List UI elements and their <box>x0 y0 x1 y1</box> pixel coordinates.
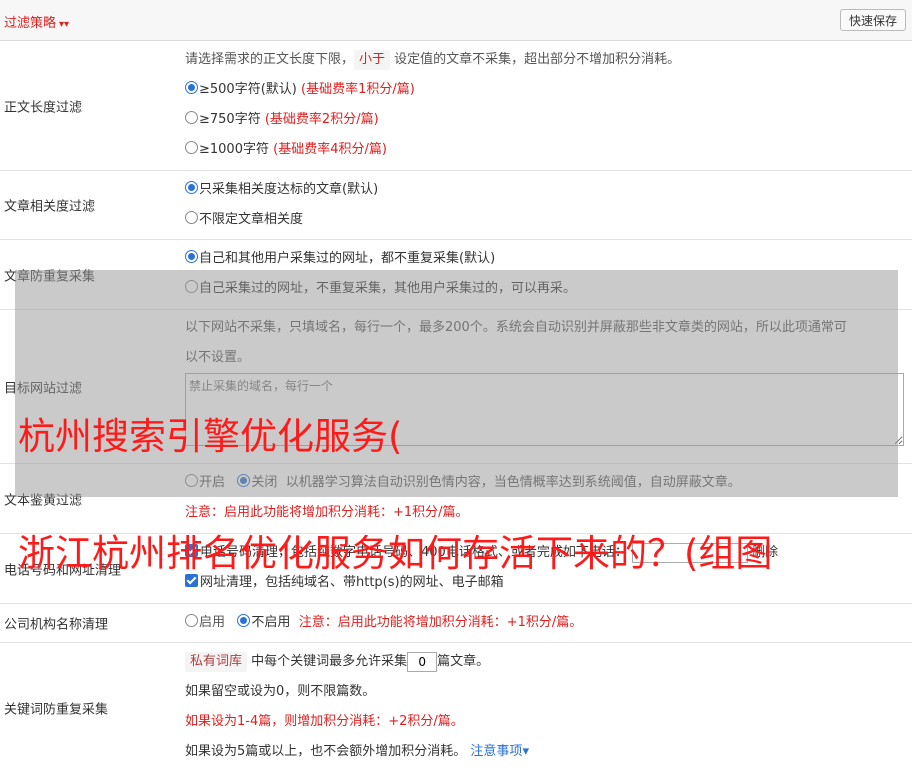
private-lexicon-tag: 私有词库 <box>185 652 248 672</box>
relevance-label: 文章相关度过滤 <box>4 199 96 215</box>
checkbox[interactable] <box>185 574 198 587</box>
filter-strategy-title: 过滤策略 <box>4 16 57 31</box>
option-label: 开启 <box>199 475 226 490</box>
site-filter-label: 目标网站过滤 <box>4 381 83 396</box>
option-note: (基础费率1积分/篇) <box>301 82 415 97</box>
keyword-line1-post: 篇文章。 <box>437 654 490 669</box>
phone-clean-option[interactable]: 电话号码清理，包括纯数字电话号码、400电话格式、或者完成如下电话： 删除 <box>185 538 912 568</box>
radio-button[interactable] <box>237 474 251 487</box>
option-label: 启用 <box>199 615 226 630</box>
option-label: 自己和其他用户采集过的网址，都不重复采集(默认) <box>199 251 496 266</box>
length-desc-post: 设定值的文章不采集，超出部分不增加积分消耗。 <box>394 52 681 67</box>
relevance-option-strict[interactable]: 只采集相关度达标的文章(默认) <box>185 175 912 205</box>
max-articles-input[interactable] <box>407 651 438 672</box>
keyword-dedupe-label: 关键词防重复采集 <box>4 702 109 718</box>
length-filter-row: 正文长度过滤 请选择需求的正文长度下限， 小于 设定值的文章不采集，超出部分不增加… <box>0 41 912 171</box>
porn-filter-desc: 以机器学习算法自动识别色情内容，当色情概率达到系统阈值，自动屏蔽文章。 <box>285 475 741 490</box>
org-clean-label: 公司机构名称清理 <box>4 617 109 633</box>
checkbox[interactable] <box>185 544 198 557</box>
option-note: (基础费率2积分/篇) <box>264 112 379 127</box>
org-clean-off-option[interactable]: 不启用 <box>237 614 291 630</box>
radio-button[interactable] <box>185 614 198 627</box>
option-note: (基础费率4积分/篇) <box>273 142 387 157</box>
less-than-tag: 小于 <box>354 50 391 70</box>
relevance-option-any[interactable]: 不限定文章相关度 <box>185 205 912 235</box>
keyword-line4-text: 如果设为5篇或以上，也不会额外增加积分消耗。 <box>185 744 467 759</box>
porn-filter-on-option[interactable]: 开启 <box>185 474 226 490</box>
option-label: ≥500字符(默认) <box>199 82 297 97</box>
porn-filter-row: 文本鉴黄过滤 开启 关闭 以机器学习算法自动识别色情内容，当色情概率达到系统阈值… <box>0 464 912 534</box>
dedupe-option-all[interactable]: 自己和其他用户采集过的网址，都不重复采集(默认) <box>185 244 912 274</box>
option-label: 只采集相关度达标的文章(默认) <box>199 182 379 197</box>
radio-button[interactable] <box>237 614 251 627</box>
radio-button[interactable] <box>185 250 198 263</box>
radio-button[interactable] <box>185 141 198 154</box>
porn-filter-options: 开启 关闭 以机器学习算法自动识别色情内容，当色情概率达到系统阈值，自动屏蔽文章… <box>185 468 912 498</box>
blocked-domains-textarea[interactable] <box>185 373 904 446</box>
notice-link-label: 注意事项 <box>470 744 523 759</box>
dedupe-option-self[interactable]: 自己采集过的网址，不重复采集，其他用户采集过的，可以再采。 <box>185 274 912 304</box>
org-clean-options: 启用 不启用 注意：启用此功能将增加积分消耗：+1积分/篇。 <box>185 608 912 638</box>
keyword-dedupe-line-3: 如果设为1-4篇，则增加积分消耗：+2积分/篇。 <box>185 714 464 729</box>
porn-filter-label: 文本鉴黄过滤 <box>4 493 83 508</box>
contact-clean-label: 电话号码和网址清理 <box>4 563 122 578</box>
radio-button[interactable] <box>185 280 198 293</box>
site-filter-desc-2: 以不设置。 <box>185 350 251 365</box>
dedupe-row: 文章防重复采集 自己和其他用户采集过的网址，都不重复采集(默认) 自己采集过的网… <box>0 240 912 310</box>
org-clean-note: 注意：启用此功能将增加积分消耗：+1积分/篇。 <box>298 615 583 630</box>
length-filter-desc: 请选择需求的正文长度下限， 小于 设定值的文章不采集，超出部分不增加积分消耗。 <box>185 45 912 75</box>
radio-button[interactable] <box>185 81 198 94</box>
keyword-dedupe-line-1: 私有词库 中每个关键词最多允许采集 篇文章。 <box>185 647 912 677</box>
filter-strategy-header: 过滤策略 ▾▾ 快速保存 <box>0 0 912 41</box>
org-clean-row: 公司机构名称清理 启用 不启用 注意：启用此功能将增加积分消耗：+1积分/篇。 <box>0 604 912 643</box>
option-label: 不限定文章相关度 <box>199 212 304 227</box>
url-clean-option[interactable]: 网址清理，包括纯域名、带http(s)的网址、电子邮箱 <box>185 568 912 598</box>
length-filter-label: 正文长度过滤 <box>4 100 83 115</box>
radio-button[interactable] <box>185 474 198 487</box>
option-label: 自己采集过的网址，不重复采集，其他用户采集过的，可以再采。 <box>199 281 577 296</box>
filter-strategy-toggle[interactable]: 过滤策略 ▾▾ <box>4 12 69 31</box>
length-desc-pre: 请选择需求的正文长度下限， <box>185 52 355 67</box>
site-filter-row: 目标网站过滤 以下网站不采集，只填域名，每行一个，最多200个。系统会自动识别并… <box>0 310 912 464</box>
option-label: 不启用 <box>251 615 291 630</box>
chevron-down-icon: ▾▾ <box>59 19 70 30</box>
relevance-row: 文章相关度过滤 只采集相关度达标的文章(默认) 不限定文章相关度 <box>0 171 912 240</box>
notice-link[interactable]: 注意事项▾ <box>470 744 529 759</box>
phone-clean-text: 电话号码清理，包括纯数字电话号码、400电话格式、或者完成如下电话： <box>200 545 628 560</box>
keyword-dedupe-row: 关键词防重复采集 私有词库 中每个关键词最多允许采集 篇文章。 如果留空或设为0，… <box>0 643 912 773</box>
quick-save-button[interactable]: 快速保存 <box>839 9 906 31</box>
length-option-1000[interactable]: ≥1000字符 (基础费率4积分/篇) <box>185 135 912 165</box>
dedupe-label: 文章防重复采集 <box>4 269 96 284</box>
radio-button[interactable] <box>185 181 198 194</box>
porn-filter-note: 注意：启用此功能将增加积分消耗：+1积分/篇。 <box>185 505 469 520</box>
org-clean-on-option[interactable]: 启用 <box>185 614 226 630</box>
chevron-down-icon: ▾ <box>522 744 529 759</box>
keyword-line1-pre: 中每个关键词最多允许采集 <box>251 654 408 669</box>
length-option-750[interactable]: ≥750字符 (基础费率2积分/篇) <box>185 105 912 135</box>
phone-clean-suffix: 删除 <box>752 545 779 560</box>
keyword-dedupe-line-2: 如果留空或设为0，则不限篇数。 <box>185 684 376 699</box>
site-filter-desc-1: 以下网站不采集，只填域名，每行一个，最多200个。系统会自动识别并屏蔽那些非文章… <box>185 320 847 335</box>
url-clean-text: 网址清理，包括纯域名、带http(s)的网址、电子邮箱 <box>200 575 504 590</box>
radio-button[interactable] <box>185 111 198 124</box>
option-label: ≥1000字符 <box>199 142 269 157</box>
phone-number-input[interactable] <box>631 542 748 563</box>
contact-clean-row: 电话号码和网址清理 电话号码清理，包括纯数字电话号码、400电话格式、或者完成如… <box>0 534 912 604</box>
option-label: 关闭 <box>251 475 278 490</box>
radio-button[interactable] <box>185 211 198 224</box>
keyword-dedupe-line-4: 如果设为5篇或以上，也不会额外增加积分消耗。 注意事项▾ <box>185 737 912 767</box>
option-label: ≥750字符 <box>199 112 261 127</box>
length-option-500[interactable]: ≥500字符(默认) (基础费率1积分/篇) <box>185 75 912 105</box>
porn-filter-off-option[interactable]: 关闭 <box>237 474 278 490</box>
